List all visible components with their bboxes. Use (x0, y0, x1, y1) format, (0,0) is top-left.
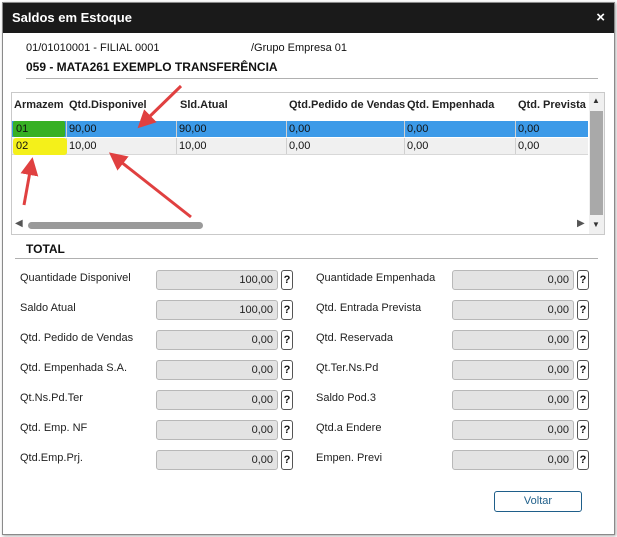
field-quantidade-disponivel[interactable]: 100,00 (156, 270, 278, 290)
field-saldo-atual[interactable]: 100,00 (156, 300, 278, 320)
cell-pedido-vendas: 0,00 (287, 121, 405, 137)
total-section-title: TOTAL (26, 242, 65, 256)
col-header-prevista[interactable]: Qtd. Prevista (518, 99, 586, 111)
armazem-01-overlay: 01 (16, 123, 29, 135)
cell-sld-atual: 10,00 (177, 138, 287, 154)
table-row[interactable]: 01 90,00 90,00 0,00 0,00 0,00 (12, 121, 588, 137)
scroll-left-icon[interactable]: ◀ (15, 218, 23, 229)
help-button[interactable]: ? (281, 300, 293, 320)
field-empen-previ[interactable]: 0,00 (452, 450, 574, 470)
label-pedido-vendas: Qtd. Pedido de Vendas (20, 332, 134, 344)
help-button[interactable]: ? (577, 330, 589, 350)
field-reservada[interactable]: 0,00 (452, 330, 574, 350)
label-quantidade-empenhada: Quantidade Empenhada (316, 272, 436, 284)
vertical-scroll-thumb[interactable] (590, 111, 603, 215)
grupo-label: /Grupo Empresa 01 (251, 42, 347, 54)
label-saldo-atual: Saldo Atual (20, 302, 76, 314)
help-button[interactable]: ? (577, 300, 589, 320)
close-icon[interactable]: × (596, 9, 605, 26)
stock-grid[interactable]: Armazem Qtd.Disponivel Sld.Atual Qtd.Ped… (11, 92, 605, 235)
field-emp-nf[interactable]: 0,00 (156, 420, 278, 440)
total-divider (15, 258, 598, 259)
label-quantidade-disponivel: Quantidade Disponivel (20, 272, 131, 284)
col-header-qtd-disponivel[interactable]: Qtd.Disponivel (69, 99, 147, 111)
help-button[interactable]: ? (577, 360, 589, 380)
help-button[interactable]: ? (577, 270, 589, 290)
label-qt-ns-pd-ter: Qt.Ns.Pd.Ter (20, 392, 83, 404)
help-button[interactable]: ? (281, 330, 293, 350)
voltar-button[interactable]: Voltar (494, 491, 582, 512)
program-title: 059 - MATA261 EXEMPLO TRANSFERÊNCIA (26, 60, 278, 74)
help-button[interactable]: ? (281, 420, 293, 440)
cell-empenhada: 0,00 (405, 121, 516, 137)
help-button[interactable]: ? (281, 360, 293, 380)
cell-sld-atual: 90,00 (177, 121, 287, 137)
cell-qtd-disponivel: 90,00 (67, 121, 177, 137)
col-header-sld-atual[interactable]: Sld.Atual (180, 99, 228, 111)
help-button[interactable]: ? (281, 270, 293, 290)
cell-prevista: 0,00 (518, 140, 540, 152)
cell-prevista: 0,00 (518, 123, 540, 135)
saldos-dialog: Saldos em Estoque × 01/01010001 - FILIAL… (2, 2, 615, 535)
label-saldo-pod3: Saldo Pod.3 (316, 392, 376, 404)
field-entrada-prevista[interactable]: 0,00 (452, 300, 574, 320)
help-button[interactable]: ? (281, 390, 293, 410)
col-header-empenhada[interactable]: Qtd. Empenhada (407, 99, 494, 111)
horizontal-scroll-thumb[interactable] (28, 222, 203, 229)
armazem-02-overlay: 02 (16, 140, 29, 152)
field-qt-ns-pd-ter[interactable]: 0,00 (156, 390, 278, 410)
label-empenhada-sa: Qtd. Empenhada S.A. (20, 362, 128, 374)
help-button[interactable]: ? (577, 450, 589, 470)
col-header-pedido-vendas[interactable]: Qtd.Pedido de Vendas (289, 99, 405, 111)
col-header-armazem[interactable]: Armazem (14, 99, 64, 111)
scroll-right-icon[interactable]: ▶ (577, 218, 585, 229)
label-entrada-prevista: Qtd. Entrada Prevista (316, 302, 422, 314)
help-button[interactable]: ? (577, 390, 589, 410)
title-bar: Saldos em Estoque × (3, 3, 614, 33)
header-divider (26, 78, 598, 79)
help-button[interactable]: ? (281, 450, 293, 470)
field-qtd-a-endere[interactable]: 0,00 (452, 420, 574, 440)
field-empenhada-sa[interactable]: 0,00 (156, 360, 278, 380)
window-title: Saldos em Estoque (12, 10, 132, 25)
label-qt-ter-ns-pd: Qt.Ter.Ns.Pd (316, 362, 379, 374)
cell-empenhada: 0,00 (405, 138, 516, 154)
vertical-scrollbar[interactable]: ▲ ▼ (589, 93, 604, 234)
filial-label: 01/01010001 - FILIAL 0001 (26, 42, 160, 54)
label-qtd-a-endere: Qtd.a Endere (316, 422, 382, 434)
table-row[interactable]: 02 10,00 10,00 0,00 0,00 0,00 (12, 138, 588, 155)
label-emp-prj: Qtd.Emp.Prj. (20, 452, 83, 464)
scroll-up-icon[interactable]: ▲ (592, 96, 600, 105)
help-button[interactable]: ? (577, 420, 589, 440)
field-emp-prj[interactable]: 0,00 (156, 450, 278, 470)
cell-qtd-disponivel: 10,00 (67, 138, 177, 154)
scroll-down-icon[interactable]: ▼ (592, 220, 600, 229)
cell-pedido-vendas: 0,00 (287, 138, 405, 154)
label-reservada: Qtd. Reservada (316, 332, 394, 344)
field-qt-ter-ns-pd[interactable]: 0,00 (452, 360, 574, 380)
field-quantidade-empenhada[interactable]: 0,00 (452, 270, 574, 290)
label-empen-previ: Empen. Previ (316, 452, 383, 464)
label-emp-nf: Qtd. Emp. NF (20, 422, 88, 434)
field-saldo-pod3[interactable]: 0,00 (452, 390, 574, 410)
field-pedido-vendas[interactable]: 0,00 (156, 330, 278, 350)
